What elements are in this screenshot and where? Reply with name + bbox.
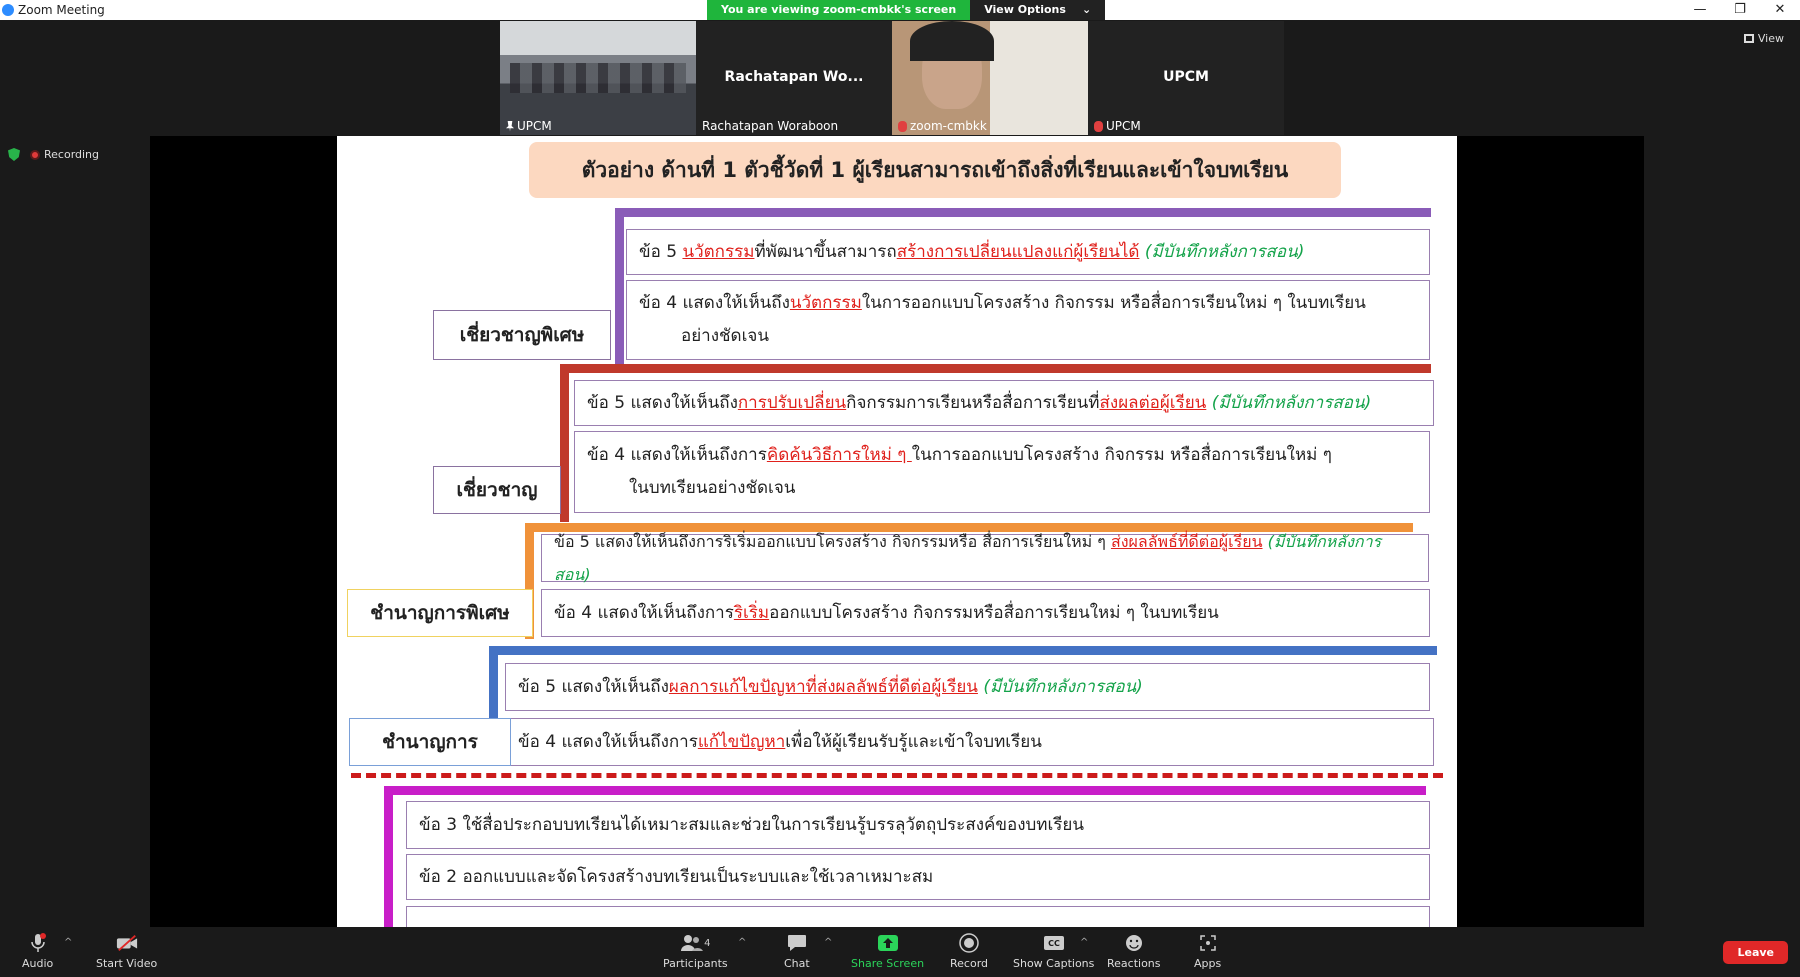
leave-button[interactable]: Leave [1723,941,1788,964]
apps-icon [1197,933,1219,953]
reactions-button[interactable]: Reactions [1107,933,1161,970]
basic-item-2: ข้อ 2 ออกแบบและจัดโครงสร้างบทเรียนเป็นระ… [406,854,1430,900]
record-icon [958,933,980,953]
dashed-divider [351,773,1443,778]
chat-button[interactable]: Chat [784,933,810,970]
participant-tile[interactable]: Rachatapan Wo... Rachatapan Woraboon [696,21,892,135]
record-button[interactable]: Record [950,933,988,970]
share-screen-label: Share Screen [851,957,925,970]
participant-name: zoom-cmbkk [910,119,987,133]
slide-title: ตัวอย่าง ด้านที่ 1 ตัวชี้วัดที่ 1 ผู้เรี… [529,142,1341,198]
chat-options-caret[interactable]: ^ [824,937,832,948]
shared-screen[interactable]: ตัวอย่าง ด้านที่ 1 ตัวชี้วัดที่ 1 ผู้เรี… [150,136,1644,927]
participant-tile[interactable]: zoom-cmbkk [892,21,1088,135]
record-label: Record [950,957,989,970]
expert-special-item-5: ข้อ 5 นวัตกรรมที่พัฒนาขึ้นสามารถสร้างการ… [626,229,1430,275]
minimize-button[interactable]: — [1680,0,1720,20]
senior-item-4: ข้อ 4 แสดงให้เห็นถึงการแก้ไขปัญหาเพื่อให… [505,718,1434,766]
basic-item-1-partial [406,906,1430,927]
muted-mic-icon [898,120,907,132]
view-options-button[interactable]: View Options ⌄ [970,0,1106,20]
audio-options-caret[interactable]: ^ [64,937,72,948]
chevron-down-icon: ⌄ [1081,3,1092,16]
participants-label: Participants [663,957,728,970]
view-options-label: View Options [984,3,1066,16]
apps-label: Apps [1194,957,1222,970]
level-senior-special: ชำนาญการพิเศษ [347,589,533,637]
participant-display-name: UPCM [1163,69,1209,85]
muted-mic-icon [1094,120,1103,132]
purple-bracket-top [615,208,1431,217]
share-screen-button[interactable]: Share Screen [851,933,924,970]
red-bracket-top [560,364,1431,373]
reactions-icon [1123,933,1145,953]
pin-icon [506,120,514,132]
shield-icon[interactable] [8,148,20,161]
presentation-slide: ตัวอย่าง ด้านที่ 1 ตัวชี้วัดที่ 1 ผู้เรี… [337,136,1457,927]
apps-button[interactable]: Apps [1194,933,1221,970]
expert-item-5: ข้อ 5 แสดงให้เห็นถึงการปรับเปลี่ยนกิจกรร… [574,380,1434,426]
level-expert-special: เชี่ยวชาญพิเศษ [433,310,611,360]
level-expert: เชี่ยวชาญ [433,466,561,514]
participants-count: 4 [704,937,711,949]
purple-bracket-side [615,208,624,366]
participant-name: UPCM [517,119,552,133]
reactions-label: Reactions [1107,957,1161,970]
view-button[interactable]: View [1743,32,1784,45]
svg-text:CC: CC [1048,939,1060,948]
recording-label: Recording [44,148,100,161]
participants-button[interactable]: 4 Participants [663,933,728,970]
close-button[interactable]: ✕ [1760,0,1800,20]
video-off-icon [116,933,138,953]
start-video-button[interactable]: Start Video [96,933,157,970]
participant-tile[interactable]: UPCM [500,21,696,135]
chat-label: Chat [784,957,810,970]
recording-indicator: Recording [8,148,99,161]
blue-bracket-top [489,646,1437,655]
senior-item-5: ข้อ 5 แสดงให้เห็นถึงผลการแก้ไขปัญหาที่ส่… [505,663,1430,711]
audio-button[interactable]: Audio [22,933,53,970]
share-banner: You are viewing zoom-cmbkk's screen View… [707,0,1106,20]
window-title: Zoom Meeting [18,3,105,17]
microphone-icon [27,933,49,953]
show-captions-label: Show Captions [1013,957,1095,970]
audio-label: Audio [22,957,54,970]
share-screen-icon [877,933,899,953]
zoom-logo-icon [2,4,14,16]
window-controls: — ❐ ✕ [1680,0,1800,20]
participant-tile[interactable]: UPCM UPCM [1088,21,1284,135]
view-label: View [1757,32,1784,45]
chat-icon [786,933,808,953]
restore-button[interactable]: ❐ [1720,0,1760,20]
record-dot-icon [30,149,40,160]
captions-options-caret[interactable]: ^ [1080,937,1088,948]
expert-special-item-4: ข้อ 4 แสดงให้เห็นถึงนวัตกรรมในการออกแบบโ… [626,280,1430,360]
participant-video [500,21,696,135]
participant-video [892,21,1088,135]
participant-name: UPCM [1106,119,1141,133]
red-bracket-side [560,364,569,522]
start-video-label: Start Video [96,957,158,970]
magenta-bracket-top [384,786,1426,795]
participant-display-name: Rachatapan Wo... [724,69,864,85]
captions-icon: CC [1043,933,1065,953]
expert-item-4: ข้อ 4 แสดงให้เห็นถึงการคิดค้นวิธีการใหม่… [574,431,1430,513]
participants-options-caret[interactable]: ^ [738,937,746,948]
basic-item-3: ข้อ 3 ใช้สื่อประกอบบทเรียนได้เหมาะสมและช… [406,801,1430,849]
grid-view-icon [1743,34,1754,43]
magenta-bracket-side [384,786,393,927]
meeting-toolbar: Audio ^ Start Video 4 Participants ^ Cha… [0,927,1800,977]
level-senior: ชำนาญการ [349,718,511,766]
participants-icon: 4 [675,933,715,953]
share-message: You are viewing zoom-cmbkk's screen [707,0,971,20]
senior-special-item-5: ข้อ 5 แสดงให้เห็นถึงการริเริ่มออกแบบโครง… [541,532,1429,584]
participant-gallery: UPCM Rachatapan Wo... Rachatapan Woraboo… [500,21,1284,135]
participant-name: Rachatapan Woraboon [702,119,839,133]
senior-special-item-4: ข้อ 4 แสดงให้เห็นถึงการริเริ่มออกแบบโครง… [541,589,1430,637]
